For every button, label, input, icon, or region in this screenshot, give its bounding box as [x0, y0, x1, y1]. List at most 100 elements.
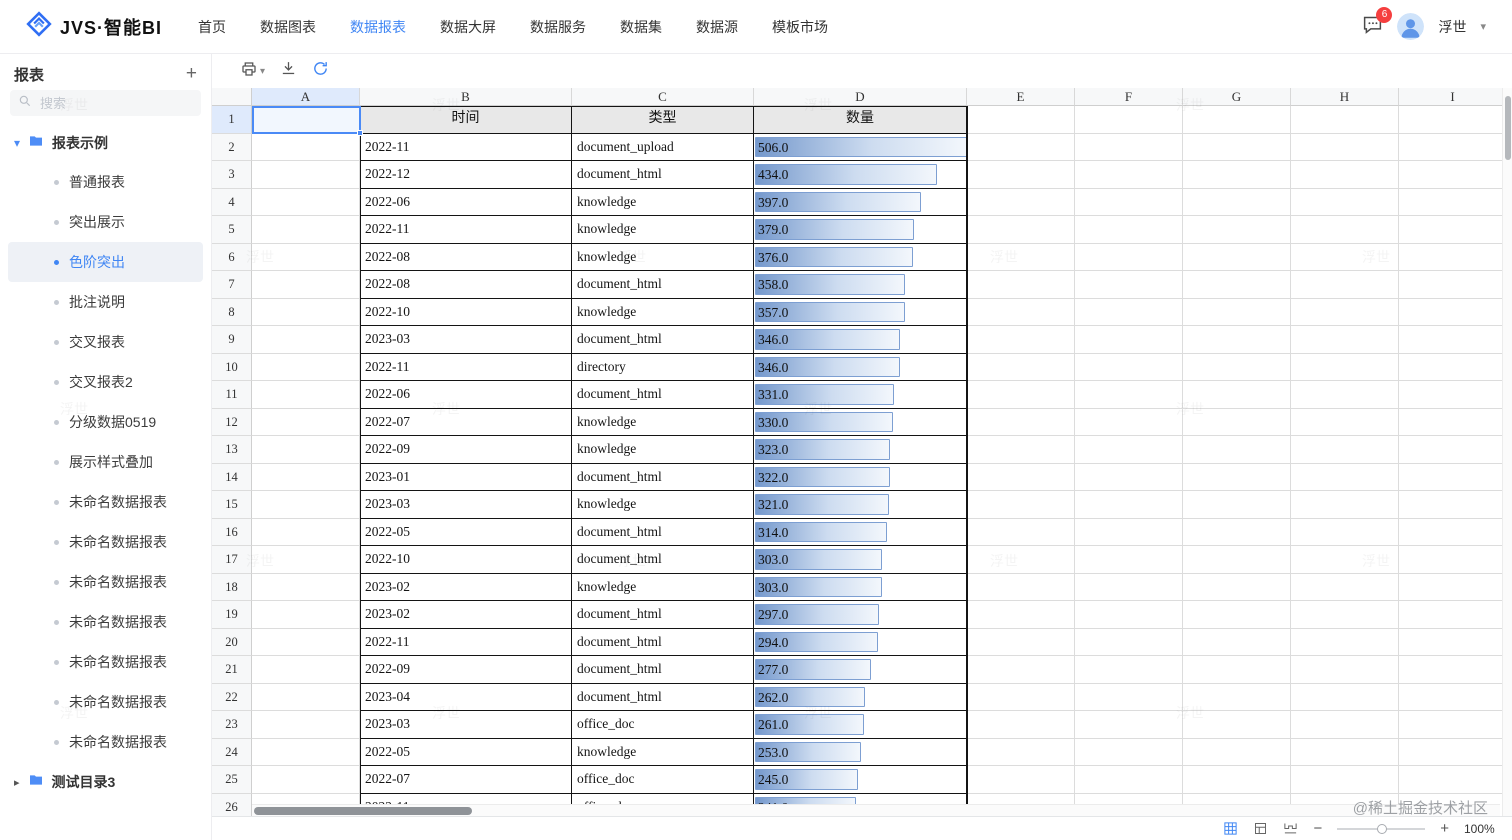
type-cell[interactable]: document_html [572, 463, 754, 491]
empty-cell[interactable] [1075, 491, 1183, 519]
empty-cell[interactable] [252, 573, 360, 601]
search-input[interactable] [38, 94, 178, 112]
empty-cell[interactable] [1183, 161, 1291, 189]
empty-cell[interactable] [1291, 711, 1399, 739]
empty-cell[interactable] [967, 216, 1075, 244]
nav-item[interactable]: 模板市场 [772, 17, 828, 37]
empty-cell[interactable] [252, 683, 360, 711]
fill-handle[interactable] [357, 130, 363, 136]
empty-cell[interactable] [252, 188, 360, 216]
tree-item[interactable]: 未命名数据报表 [8, 722, 203, 762]
empty-cell[interactable] [967, 628, 1075, 656]
time-cell[interactable]: 2022-08 [360, 271, 572, 299]
table-header-cell[interactable]: 数量 [754, 106, 967, 134]
time-cell[interactable]: 2022-12 [360, 161, 572, 189]
empty-cell[interactable] [1183, 216, 1291, 244]
type-cell[interactable]: knowledge [572, 738, 754, 766]
empty-cell[interactable] [967, 683, 1075, 711]
value-cell[interactable]: 262.0 [754, 683, 967, 711]
type-cell[interactable]: office_doc [572, 766, 754, 794]
value-cell[interactable]: 506.0 [754, 133, 967, 161]
value-cell[interactable]: 322.0 [754, 463, 967, 491]
row-header[interactable]: 3 [212, 161, 252, 189]
tree-item[interactable]: 未命名数据报表 [8, 682, 203, 722]
type-cell[interactable]: knowledge [572, 243, 754, 271]
empty-cell[interactable] [1075, 353, 1183, 381]
time-cell[interactable]: 2022-11 [360, 353, 572, 381]
row-header[interactable]: 15 [212, 491, 252, 519]
empty-cell[interactable] [1075, 463, 1183, 491]
tree-item[interactable]: 突出展示 [8, 202, 203, 242]
tree-folder[interactable]: ▸统计示例 [0, 802, 211, 806]
row-header[interactable]: 13 [212, 436, 252, 464]
horizontal-scrollbar-thumb[interactable] [254, 807, 472, 815]
column-header-H[interactable]: H [1291, 88, 1399, 106]
column-header-G[interactable]: G [1183, 88, 1291, 106]
empty-cell[interactable] [252, 546, 360, 574]
empty-cell[interactable] [1399, 408, 1507, 436]
value-cell[interactable]: 331.0 [754, 381, 967, 409]
empty-cell[interactable] [1291, 738, 1399, 766]
empty-cell[interactable] [1291, 243, 1399, 271]
type-cell[interactable]: knowledge [572, 188, 754, 216]
value-cell[interactable]: 261.0 [754, 711, 967, 739]
time-cell[interactable]: 2022-07 [360, 766, 572, 794]
empty-cell[interactable] [252, 353, 360, 381]
empty-cell[interactable] [1075, 601, 1183, 629]
tree-item[interactable]: 未命名数据报表 [8, 602, 203, 642]
empty-cell[interactable] [1399, 766, 1507, 794]
empty-cell[interactable] [252, 271, 360, 299]
value-cell[interactable]: 314.0 [754, 518, 967, 546]
row-header[interactable]: 6 [212, 243, 252, 271]
row-header[interactable]: 2 [212, 133, 252, 161]
time-cell[interactable]: 2022-06 [360, 188, 572, 216]
layout-view-icon[interactable] [1253, 821, 1268, 836]
empty-cell[interactable] [1183, 491, 1291, 519]
time-cell[interactable]: 2022-11 [360, 628, 572, 656]
time-cell[interactable]: 2022-07 [360, 408, 572, 436]
empty-cell[interactable] [1075, 243, 1183, 271]
time-cell[interactable]: 2022-05 [360, 738, 572, 766]
empty-cell[interactable] [1291, 271, 1399, 299]
sheet-corner[interactable] [212, 88, 252, 106]
empty-cell[interactable] [1075, 656, 1183, 684]
value-cell[interactable]: 376.0 [754, 243, 967, 271]
row-header[interactable]: 4 [212, 188, 252, 216]
empty-cell[interactable] [1291, 546, 1399, 574]
empty-cell[interactable] [252, 326, 360, 354]
empty-cell[interactable] [252, 298, 360, 326]
value-cell[interactable]: 303.0 [754, 546, 967, 574]
empty-cell[interactable] [967, 161, 1075, 189]
value-cell[interactable]: 379.0 [754, 216, 967, 244]
empty-cell[interactable] [1075, 738, 1183, 766]
empty-cell[interactable] [1075, 133, 1183, 161]
empty-cell[interactable] [967, 106, 1075, 134]
value-cell[interactable]: 277.0 [754, 656, 967, 684]
column-header-C[interactable]: C [572, 88, 754, 106]
nav-item[interactable]: 首页 [198, 17, 226, 37]
row-header[interactable]: 26 [212, 793, 252, 816]
empty-cell[interactable] [967, 243, 1075, 271]
type-cell[interactable]: document_upload [572, 133, 754, 161]
empty-cell[interactable] [252, 491, 360, 519]
spreadsheet[interactable]: ABCDEFGHI 1 时间 类型 数量 2 2022-11 document_upload… [212, 88, 1512, 816]
row-header[interactable]: 11 [212, 381, 252, 409]
column-header-B[interactable]: B [360, 88, 572, 106]
time-cell[interactable]: 2022-09 [360, 656, 572, 684]
nav-item[interactable]: 数据大屏 [440, 17, 496, 37]
nav-item[interactable]: 数据图表 [260, 17, 316, 37]
empty-cell[interactable] [1075, 326, 1183, 354]
empty-cell[interactable] [1075, 298, 1183, 326]
tree-item[interactable]: 未命名数据报表 [8, 482, 203, 522]
empty-cell[interactable] [1075, 683, 1183, 711]
empty-cell[interactable] [252, 381, 360, 409]
empty-cell[interactable] [1183, 133, 1291, 161]
empty-cell[interactable] [967, 546, 1075, 574]
empty-cell[interactable] [252, 243, 360, 271]
column-header-I[interactable]: I [1399, 88, 1507, 106]
empty-cell[interactable] [1183, 711, 1291, 739]
type-cell[interactable]: document_html [572, 518, 754, 546]
tree-item[interactable]: 色阶突出 [8, 242, 203, 282]
table-header-cell[interactable]: 时间 [360, 106, 572, 134]
empty-cell[interactable] [967, 518, 1075, 546]
